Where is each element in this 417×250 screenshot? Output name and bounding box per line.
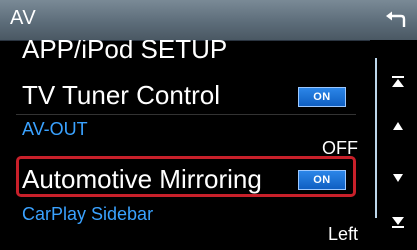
selection-highlight: [16, 156, 356, 197]
carplay-sidebar-label: CarPlay Sidebar: [22, 204, 154, 224]
av-out-label: AV-OUT: [22, 119, 88, 139]
list-item-carplay-sidebar[interactable]: CarPlay Sidebar Left: [0, 200, 370, 250]
scroll-track-line: [375, 58, 377, 218]
scroll-down-icon: [393, 174, 403, 182]
scroll-to-bottom-button[interactable]: [386, 210, 410, 234]
back-button[interactable]: [383, 7, 409, 33]
separator: [16, 114, 356, 115]
list-item-av-out[interactable]: AV-OUT OFF: [0, 116, 370, 158]
list-item-app-ipod-setup[interactable]: APP/iPod SETUP: [0, 40, 370, 66]
av-settings-screen: AV APP/iPod SETUP TV Tuner Control ON AV…: [0, 0, 417, 250]
scroll-to-bottom-icon: [392, 217, 404, 228]
scroll-up-icon: [393, 122, 403, 130]
scroll-up-button[interactable]: [386, 114, 410, 138]
scroll-down-button[interactable]: [386, 166, 410, 190]
page-title: AV: [10, 7, 37, 29]
list-item-tv-tuner-control[interactable]: TV Tuner Control ON: [0, 78, 370, 114]
back-return-icon: [386, 11, 406, 27]
tv-tuner-control-status-badge: ON: [298, 87, 346, 107]
tv-tuner-control-label: TV Tuner Control: [22, 80, 220, 110]
carplay-sidebar-value: Left: [327, 224, 358, 244]
app-ipod-setup-label: APP/iPod SETUP: [22, 40, 228, 64]
scroll-to-top-icon: [392, 76, 404, 87]
scroll-to-top-button[interactable]: [386, 70, 410, 94]
header-bar: AV: [0, 0, 417, 41]
settings-list: APP/iPod SETUP TV Tuner Control ON AV-OU…: [0, 40, 370, 250]
